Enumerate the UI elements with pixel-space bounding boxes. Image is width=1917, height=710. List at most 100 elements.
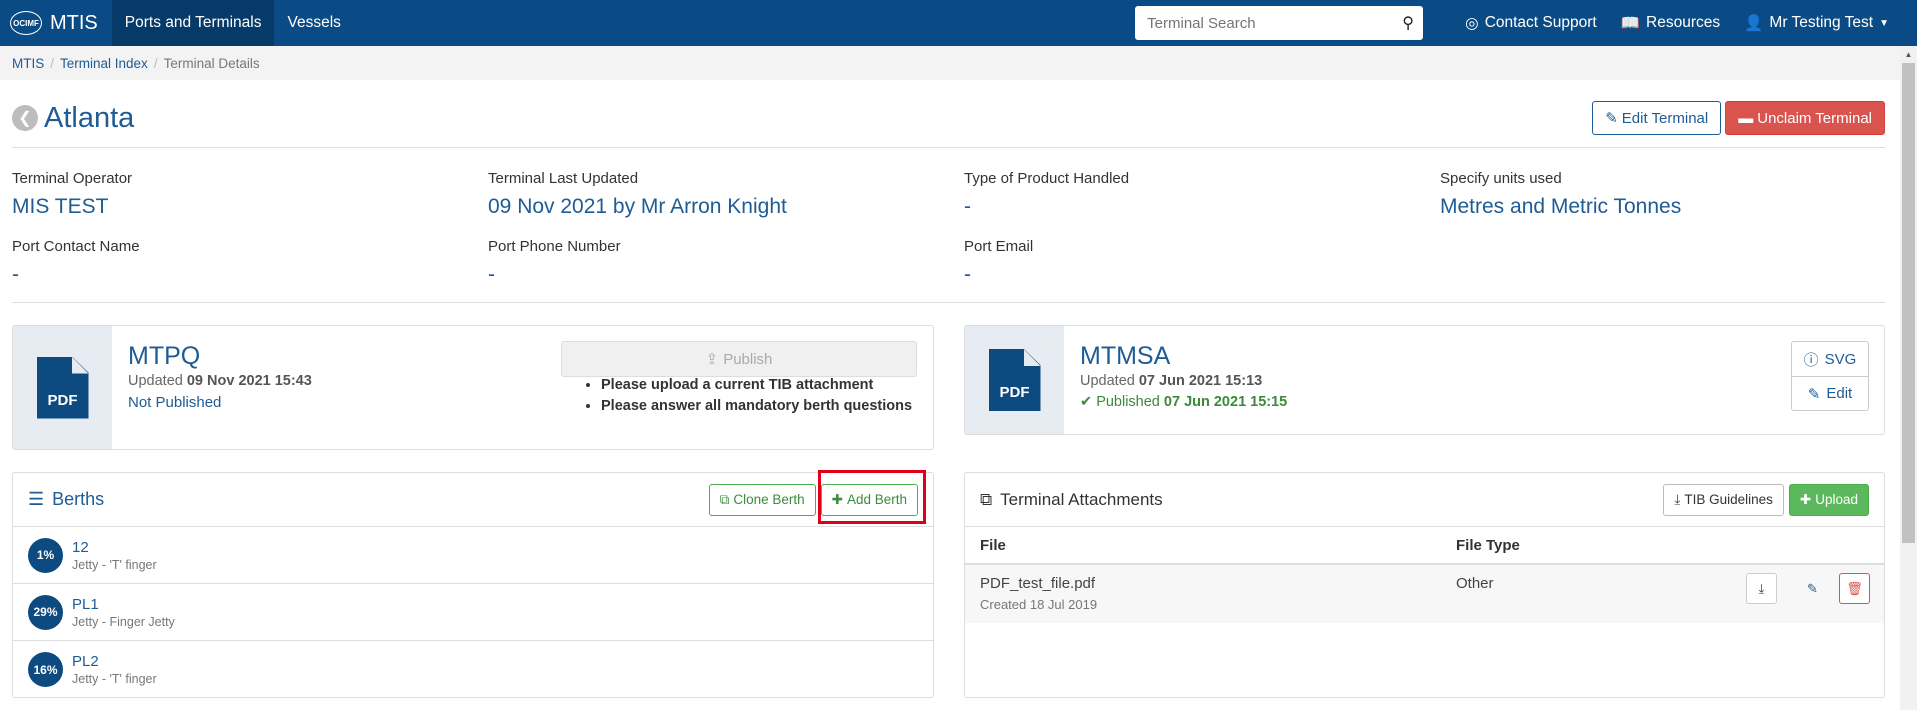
published-date: 07 Jun 2021 15:15 — [1163, 394, 1288, 410]
list-icon: ☰ — [28, 489, 45, 509]
berth-type: Jetty - 'T' finger — [72, 557, 157, 572]
mtmsa-actions: ⓘ SVG ✎ Edit — [1791, 341, 1869, 411]
breadcrumb-terminal-index[interactable]: Terminal Index — [60, 56, 148, 71]
publish-button[interactable]: ⇪ Publish — [561, 341, 917, 377]
berth-row[interactable]: 16% PL2 Jetty - 'T' finger — [13, 641, 933, 698]
field-label: Port Phone Number — [488, 238, 621, 255]
unclaim-terminal-button[interactable]: ▬ Unclaim Terminal — [1725, 101, 1885, 135]
field-label: Port Email — [964, 238, 1034, 255]
email-value: - — [964, 263, 971, 286]
attachments-panel: ⧉ Terminal Attachments ⤓ TIB Guidelines … — [964, 472, 1885, 698]
berth-name[interactable]: 12 — [72, 539, 157, 556]
delete-file-button[interactable]: 🗑 — [1839, 573, 1870, 604]
check-circle-icon: ✔ — [1080, 394, 1093, 410]
clone-berth-button[interactable]: ⧉ Clone Berth — [708, 483, 816, 516]
field-label: Port Contact Name — [12, 238, 140, 255]
terminal-search: ⚲ — [1135, 6, 1424, 40]
minus-icon: ▬ — [1738, 109, 1754, 127]
completion-badge: 1% — [28, 537, 63, 573]
edit-file-button[interactable]: ✎ — [1797, 573, 1828, 604]
upload-button[interactable]: ✚ Upload — [1788, 483, 1869, 516]
field-label: Type of Product Handled — [964, 170, 1130, 187]
mtmsa-title[interactable]: MTMSA — [1080, 342, 1287, 371]
download-icon: ⤓ — [1758, 580, 1765, 596]
tib-guidelines-button[interactable]: ⤓ TIB Guidelines — [1663, 483, 1784, 516]
attachments-table-header: File File Type — [965, 527, 1884, 565]
mtpq-updated: Updated 09 Nov 2021 15:43 — [128, 373, 312, 389]
phone-value: - — [488, 263, 495, 286]
terminal-operator-field: Terminal Operator MIS TEST — [12, 170, 488, 219]
mtpq-updated-date: 09 Nov 2021 15:43 — [186, 373, 312, 389]
berth-details: PL1 Jetty - Finger Jetty — [72, 596, 175, 629]
mtmsa-pdf-thumbnail[interactable]: PDF — [965, 326, 1064, 434]
field-label: Terminal Last Updated — [488, 170, 639, 187]
contact-support-label: Contact Support — [1484, 14, 1597, 31]
last-updated-value: 09 Nov 2021 by Mr Arron Knight — [488, 195, 787, 218]
pencil-icon: ✎ — [1605, 110, 1618, 127]
pdf-file-icon: PDF — [988, 349, 1041, 411]
breadcrumb-terminal-details: Terminal Details — [163, 55, 260, 71]
clone-berth-label: Clone Berth — [733, 492, 805, 507]
nav-ports-and-terminals[interactable]: Ports and Terminals — [111, 0, 275, 46]
units-value: Metres and Metric Tonnes — [1440, 195, 1682, 218]
breadcrumb-mtis[interactable]: MTIS — [12, 56, 44, 71]
tib-guidelines-label: TIB Guidelines — [1684, 492, 1773, 507]
resources-link[interactable]: 📖 Resources — [1609, 0, 1732, 46]
pencil-icon: ✎ — [1807, 385, 1821, 403]
svg-button[interactable]: ⓘ SVG — [1792, 342, 1868, 376]
edit-terminal-label: Edit Terminal — [1621, 109, 1709, 127]
resources-label: Resources — [1646, 14, 1721, 31]
terminal-operator-value: MIS TEST — [12, 195, 109, 218]
brand[interactable]: OCIMF MTIS — [0, 0, 112, 46]
user-name: Mr Testing Test — [1769, 14, 1874, 31]
breadcrumb-separator: / — [50, 55, 55, 71]
mtmsa-updated: Updated 07 Jun 2021 15:13 — [1080, 373, 1287, 389]
completion-badge: 29% — [28, 594, 63, 630]
unclaim-terminal-label: Unclaim Terminal — [1757, 109, 1872, 127]
scroll-thumb[interactable] — [1902, 63, 1915, 543]
berth-row[interactable]: 1% 12 Jetty - 'T' finger — [13, 527, 933, 584]
contact-support-link[interactable]: ◎ Contact Support — [1453, 0, 1609, 46]
mtpq-info: MTPQ Updated 09 Nov 2021 15:43 Not Publi… — [128, 342, 312, 411]
mtpq-pdf-thumbnail[interactable]: PDF — [13, 326, 112, 449]
berth-row[interactable]: 29% PL1 Jetty - Finger Jetty — [13, 584, 933, 641]
berths-header: ☰ Berths ⧉ Clone Berth ✚ Add Berth — [13, 473, 933, 527]
back-arrow-icon[interactable]: ❮ — [12, 105, 38, 131]
breadcrumb: MTIS / Terminal Index / Terminal Details — [0, 46, 1917, 80]
download-icon: ⤓ — [1674, 491, 1681, 507]
search-icon[interactable]: ⚲ — [1393, 13, 1423, 33]
pdf-fold — [1023, 349, 1041, 366]
col-file-type: File Type — [1456, 536, 1520, 554]
attachments-title: ⧉ Terminal Attachments — [980, 490, 1658, 510]
publish-label: Publish — [723, 350, 773, 368]
svg-label: SVG — [1824, 350, 1857, 368]
berth-details: 12 Jetty - 'T' finger — [72, 539, 157, 572]
completion-badge: 16% — [28, 652, 63, 687]
file-type: Other — [1456, 575, 1494, 592]
pencil-icon: ✎ — [1807, 580, 1818, 596]
download-file-button[interactable]: ⤓ — [1746, 573, 1777, 604]
mtmsa-edit-button[interactable]: ✎ Edit — [1792, 376, 1868, 410]
nav-vessels[interactable]: Vessels — [274, 0, 353, 46]
chevron-down-icon: ▼ — [1879, 17, 1889, 29]
product-type-field: Type of Product Handled - — [964, 170, 1440, 219]
vertical-scrollbar[interactable]: ▲ — [1900, 46, 1917, 710]
berth-name[interactable]: PL1 — [72, 596, 175, 613]
berths-panel: ☰ Berths ⧉ Clone Berth ✚ Add Berth 1% 12… — [12, 472, 934, 698]
edit-terminal-button[interactable]: ✎ Edit Terminal — [1592, 101, 1722, 135]
berths-title-label: Berths — [52, 489, 105, 509]
updated-prefix: Updated — [128, 373, 183, 389]
divider — [12, 147, 1885, 148]
berth-name[interactable]: PL2 — [72, 653, 157, 670]
attachments-title-label: Terminal Attachments — [1000, 489, 1163, 509]
terminal-search-input[interactable] — [1135, 6, 1394, 40]
email-field: Port Email - — [964, 238, 1440, 287]
scroll-up-icon[interactable]: ▲ — [1900, 46, 1917, 63]
user-menu[interactable]: 👤 Mr Testing Test ▼ — [1732, 0, 1917, 46]
mtmsa-info: MTMSA Updated 07 Jun 2021 15:13 ✔ Publis… — [1080, 342, 1287, 410]
copy-icon: ⧉ — [719, 491, 730, 507]
mtpq-title[interactable]: MTPQ — [128, 342, 312, 371]
pdf-file-icon: PDF — [36, 356, 89, 419]
phone-field: Port Phone Number - — [488, 238, 964, 287]
field-label: Terminal Operator — [12, 170, 133, 187]
